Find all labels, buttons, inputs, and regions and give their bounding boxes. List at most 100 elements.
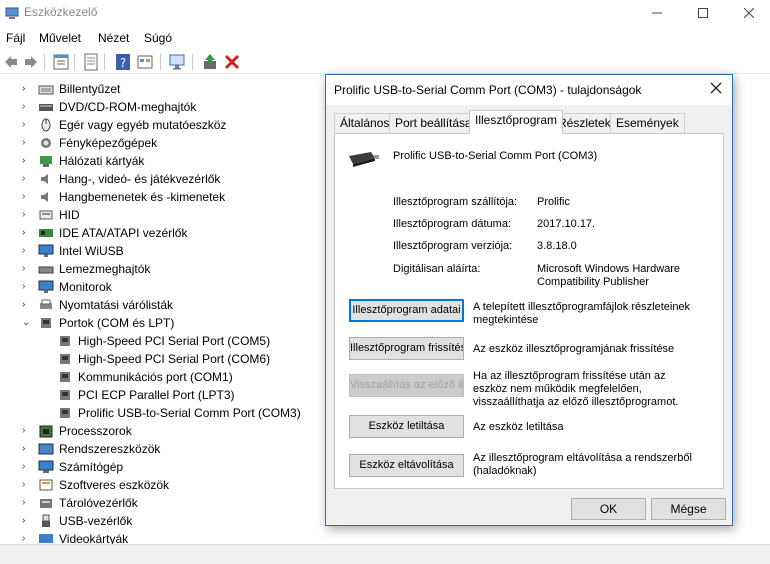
expand-chevron-icon[interactable]: › — [22, 188, 32, 206]
properties-icon[interactable] — [52, 53, 70, 71]
tree-category[interactable]: › Processzorok — [0, 422, 330, 440]
maximize-button[interactable] — [680, 0, 726, 26]
scan-hardware-icon[interactable] — [168, 53, 186, 71]
tree-category[interactable]: › Hangbemenetek és -kimenetek — [0, 188, 330, 206]
tree-category[interactable]: › Videokártyák — [0, 530, 330, 544]
tree-category[interactable]: › Hang-, videó- és játékvezérlők — [0, 170, 330, 188]
help-icon[interactable]: ? — [114, 53, 132, 71]
digital-signer-value: Microsoft Windows Hardware Compatibility… — [537, 263, 681, 288]
disable-device-button[interactable]: Eszköz letiltása — [349, 415, 464, 438]
update-driver-button[interactable]: Illesztőprogram frissítése — [349, 337, 464, 360]
tree-category[interactable]: › Billentyűzet — [0, 80, 330, 98]
tab-events[interactable]: Események — [610, 113, 685, 133]
expand-chevron-icon[interactable]: › — [22, 152, 32, 170]
expand-chevron-icon[interactable]: › — [22, 440, 32, 458]
tree-category[interactable]: › Monitorok — [0, 278, 330, 296]
collapse-chevron-icon[interactable]: ⌄ — [22, 314, 32, 332]
close-button[interactable] — [726, 0, 770, 26]
tree-device-port[interactable]: PCI ECP Parallel Port (LPT3) — [0, 386, 330, 404]
device-manager-icon — [5, 7, 19, 19]
expand-chevron-icon[interactable]: › — [22, 458, 32, 476]
expand-chevron-icon[interactable]: › — [22, 170, 32, 188]
menu-action[interactable]: Művelet — [39, 31, 81, 45]
expand-chevron-icon[interactable]: › — [22, 98, 32, 116]
expand-chevron-icon[interactable]: › — [22, 278, 32, 296]
tree-category[interactable]: › Nyomtatási várólisták — [0, 296, 330, 314]
expand-chevron-icon[interactable]: › — [22, 116, 32, 134]
uninstall-device-desc: Az illesztőprogram eltávolítása a rendsz… — [473, 452, 692, 477]
tree-device-port[interactable]: High-Speed PCI Serial Port (COM6) — [0, 350, 330, 368]
tree-category[interactable]: › IDE ATA/ATAPI vezérlők — [0, 224, 330, 242]
tab-general[interactable]: Általános — [334, 113, 396, 133]
update-driver-icon[interactable] — [201, 53, 219, 71]
mouse-icon — [41, 118, 51, 132]
expand-chevron-icon[interactable]: › — [22, 80, 32, 98]
menu-view[interactable]: Nézet — [98, 31, 129, 45]
expand-chevron-icon[interactable]: › — [22, 476, 32, 494]
tree-category[interactable]: › Számítógép — [0, 458, 330, 476]
document-icon[interactable] — [82, 53, 100, 71]
cancel-button[interactable]: Mégse — [651, 498, 726, 520]
expand-chevron-icon[interactable]: › — [22, 422, 32, 440]
controller-icon — [39, 229, 53, 237]
roll-back-driver-button[interactable]: Visszaállítás az előző illesztőprogramra — [349, 374, 464, 397]
menu-bar: Fájl Művelet Nézet Súgó — [0, 26, 770, 50]
uninstall-x-icon[interactable] — [223, 53, 241, 71]
tree-category[interactable]: › Intel WiUSB — [0, 242, 330, 260]
port-icon — [60, 408, 70, 418]
uninstall-device-button[interactable]: Eszköz eltávolítása — [349, 454, 464, 477]
tree-category[interactable]: › Tárolóvezérlők — [0, 494, 330, 512]
driver-version-value: 3.8.18.0 — [537, 240, 577, 252]
tree-category[interactable]: › Szoftveres eszközök — [0, 476, 330, 494]
dialog-title: Prolific USB-to-Serial Comm Port (COM3) … — [334, 83, 642, 97]
forward-arrow-icon[interactable] — [22, 53, 40, 71]
system-icon — [38, 443, 54, 455]
driver-date-label: Illesztőprogram dátuma: — [393, 218, 511, 230]
tab-driver[interactable]: Illesztőprogram — [469, 110, 564, 134]
expand-chevron-icon[interactable]: › — [22, 530, 32, 544]
keyboard-icon — [38, 85, 54, 95]
tree-category[interactable]: › DVD/CD-ROM-meghajtók — [0, 98, 330, 116]
tree-item-label: Lemezmeghajtók — [59, 262, 151, 276]
minimize-button[interactable] — [634, 0, 680, 26]
tree-category[interactable]: › USB-vezérlők — [0, 512, 330, 530]
expand-chevron-icon[interactable]: › — [22, 206, 32, 224]
expand-chevron-icon[interactable]: › — [22, 494, 32, 512]
tree-category[interactable]: › Fényképezőgépek — [0, 134, 330, 152]
expand-chevron-icon[interactable]: › — [22, 134, 32, 152]
printer-icon — [40, 299, 52, 309]
tree-item-label: Nyomtatási várólisták — [59, 298, 174, 312]
cpu-icon — [39, 425, 53, 438]
usb-serial-device-icon — [349, 152, 379, 167]
dialog-close-button[interactable] — [704, 78, 728, 102]
tree-device-port[interactable]: Kommunikációs port (COM1) — [0, 368, 330, 386]
tree-category[interactable]: › Rendszereszközök — [0, 440, 330, 458]
tree-device-port[interactable]: High-Speed PCI Serial Port (COM5) — [0, 332, 330, 350]
tab-port-settings[interactable]: Port beállítása — [389, 113, 478, 133]
tree-item-label: Intel WiUSB — [59, 244, 124, 258]
tree-item-label: PCI ECP Parallel Port (LPT3) — [78, 388, 235, 402]
back-arrow-icon[interactable] — [2, 53, 20, 71]
tree-category[interactable]: › Hálózati kártyák — [0, 152, 330, 170]
tree-item-label: High-Speed PCI Serial Port (COM5) — [78, 334, 271, 348]
menu-help[interactable]: Súgó — [144, 31, 172, 45]
usb-icon — [42, 514, 50, 527]
expand-chevron-icon[interactable]: › — [22, 224, 32, 242]
menu-file[interactable]: Fájl — [6, 31, 25, 45]
expand-chevron-icon[interactable]: › — [22, 260, 32, 278]
tree-device-port[interactable]: Prolific USB-to-Serial Comm Port (COM3) — [0, 404, 330, 422]
driver-details-button[interactable]: Illesztőprogram adatai — [349, 299, 464, 322]
view-icon[interactable] — [136, 53, 154, 71]
tree-category[interactable]: › HID — [0, 206, 330, 224]
expand-chevron-icon[interactable]: › — [22, 296, 32, 314]
computer-icon — [38, 460, 54, 473]
port-icon — [60, 372, 70, 382]
tree-category-ports[interactable]: ⌄ Portok (COM és LPT) — [0, 314, 330, 332]
tree-item-label: Videokártyák — [59, 532, 129, 544]
tree-category[interactable]: › Egér vagy egyéb mutatóeszköz — [0, 116, 330, 134]
port-icon — [60, 354, 70, 364]
ok-button[interactable]: OK — [571, 498, 646, 520]
expand-chevron-icon[interactable]: › — [22, 512, 32, 530]
expand-chevron-icon[interactable]: › — [22, 242, 32, 260]
tree-category[interactable]: › Lemezmeghajtók — [0, 260, 330, 278]
